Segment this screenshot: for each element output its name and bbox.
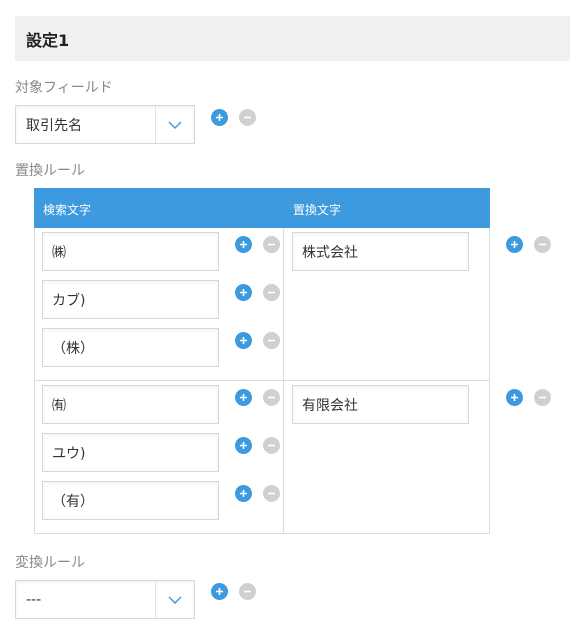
plus-icon bbox=[216, 114, 223, 121]
section-title: 設定1 bbox=[15, 16, 570, 61]
minus-icon bbox=[268, 291, 275, 294]
plus-icon bbox=[240, 490, 247, 497]
remove-search-button[interactable] bbox=[263, 389, 280, 406]
row-divider bbox=[34, 380, 490, 381]
search-input[interactable]: ㈱ bbox=[42, 232, 219, 271]
minus-icon bbox=[539, 396, 546, 399]
remove-search-button[interactable] bbox=[263, 485, 280, 502]
remove-rule-button[interactable] bbox=[534, 389, 551, 406]
search-input[interactable]: （有） bbox=[42, 481, 219, 520]
plus-icon bbox=[511, 394, 518, 401]
minus-icon bbox=[244, 116, 251, 119]
add-search-button[interactable] bbox=[235, 437, 252, 454]
add-rule-button[interactable] bbox=[506, 389, 523, 406]
search-input[interactable]: （株） bbox=[42, 328, 219, 367]
plus-icon bbox=[240, 394, 247, 401]
plus-icon bbox=[240, 289, 247, 296]
minus-icon bbox=[539, 243, 546, 246]
minus-icon bbox=[268, 396, 275, 399]
plus-icon bbox=[240, 241, 247, 248]
remove-search-button[interactable] bbox=[263, 437, 280, 454]
header-replace: 置換文字 bbox=[293, 203, 342, 217]
target-field-label: 対象フィールド bbox=[15, 80, 113, 96]
remove-convert-button[interactable] bbox=[239, 583, 256, 600]
plus-icon bbox=[216, 588, 223, 595]
chevron-down-icon[interactable] bbox=[155, 106, 194, 143]
convert-rule-label: 変換ルール bbox=[15, 555, 85, 571]
remove-rule-button[interactable] bbox=[534, 236, 551, 253]
add-rule-button[interactable] bbox=[506, 236, 523, 253]
minus-icon bbox=[268, 243, 275, 246]
remove-search-button[interactable] bbox=[263, 236, 280, 253]
minus-icon bbox=[268, 339, 275, 342]
chevron-down-icon[interactable] bbox=[155, 581, 194, 618]
target-field-value: 取引先名 bbox=[26, 117, 82, 134]
add-search-button[interactable] bbox=[235, 485, 252, 502]
search-input[interactable]: ユウ) bbox=[42, 433, 219, 472]
add-search-button[interactable] bbox=[235, 389, 252, 406]
add-search-button[interactable] bbox=[235, 236, 252, 253]
minus-icon bbox=[244, 590, 251, 593]
replace-rules-label: 置換ルール bbox=[15, 163, 85, 179]
add-search-button[interactable] bbox=[235, 332, 252, 349]
target-field-select[interactable]: 取引先名 bbox=[15, 105, 195, 144]
add-search-button[interactable] bbox=[235, 284, 252, 301]
minus-icon bbox=[268, 444, 275, 447]
header-search: 検索文字 bbox=[43, 203, 92, 217]
minus-icon bbox=[268, 492, 275, 495]
remove-search-button[interactable] bbox=[263, 332, 280, 349]
remove-search-button[interactable] bbox=[263, 284, 280, 301]
search-input[interactable]: カブ) bbox=[42, 280, 219, 319]
column-divider bbox=[283, 228, 284, 534]
convert-rule-select[interactable]: --- bbox=[15, 580, 195, 619]
remove-field-button[interactable] bbox=[239, 109, 256, 126]
search-input[interactable]: ㈲ bbox=[42, 385, 219, 424]
plus-icon bbox=[511, 241, 518, 248]
add-field-button[interactable] bbox=[211, 109, 228, 126]
replace-input[interactable]: 株式会社 bbox=[292, 232, 469, 271]
add-convert-button[interactable] bbox=[211, 583, 228, 600]
plus-icon bbox=[240, 337, 247, 344]
replace-input[interactable]: 有限会社 bbox=[292, 385, 469, 424]
plus-icon bbox=[240, 442, 247, 449]
replace-rules-table-header: 検索文字 置換文字 bbox=[34, 188, 490, 228]
convert-rule-value: --- bbox=[26, 591, 42, 608]
